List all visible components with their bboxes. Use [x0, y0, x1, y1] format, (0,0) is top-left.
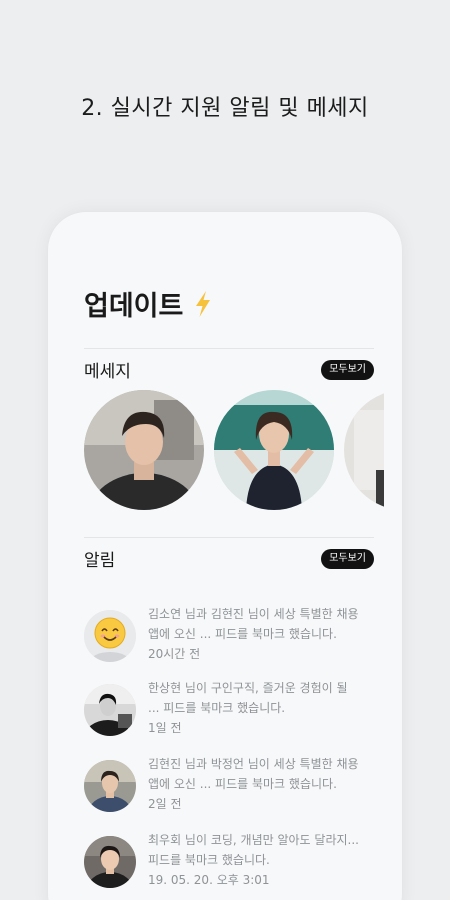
- divider: [84, 537, 374, 538]
- smiley-face-icon: [84, 610, 136, 662]
- notification-time: 2일 전: [148, 797, 182, 811]
- notification-line: 김현진 님과 박정언 님이 세상 특별한 채용: [148, 757, 359, 771]
- notification-text: 김소연 님과 김현진 님이 세상 특별한 채용 앱에 오신 ... 피드를 북마…: [148, 604, 374, 644]
- app-screenshot: 2. 실시간 지원 알림 및 메세지 업데이트 메세지 모두보기 알림 모두보기…: [0, 0, 450, 900]
- notifications-header: 알림 모두보기: [84, 546, 374, 571]
- notification-text: 최우회 님이 코딩, 개념만 알아도 달라지... 피드를 북마크 했습니다.: [148, 830, 374, 870]
- notifications-see-all-button[interactable]: 모두보기: [321, 548, 374, 569]
- notification-item[interactable]: 최우회 님이 코딩, 개념만 알아도 달라지... 피드를 북마크 했습니다. …: [84, 830, 374, 900]
- message-avatar[interactable]: [84, 390, 204, 510]
- notification-line: 피드를 북마크 했습니다.: [148, 853, 270, 867]
- person-photo: [84, 390, 204, 510]
- divider: [84, 348, 374, 349]
- lightning-bolt-icon: [196, 290, 211, 317]
- person-photo: [214, 390, 334, 510]
- person-photo: [344, 390, 384, 510]
- notification-item[interactable]: 김현진 님과 박정언 님이 세상 특별한 채용 앱에 오신 ... 피드를 북마…: [84, 754, 374, 824]
- notification-line: ... 피드를 북마크 했습니다.: [148, 701, 286, 715]
- person-photo: [84, 836, 136, 888]
- notification-time: 19. 05. 20. 오후 3:01: [148, 873, 270, 887]
- page-title-text: 업데이트: [84, 291, 184, 322]
- person-photo: [84, 760, 136, 812]
- notification-item[interactable]: 김소연 님과 김현진 님이 세상 특별한 채용 앱에 오신 ... 피드를 북마…: [84, 604, 374, 674]
- notification-text: 김현진 님과 박정언 님이 세상 특별한 채용 앱에 오신 ... 피드를 북마…: [148, 754, 374, 794]
- phone-screen: 업데이트 메세지 모두보기 알림 모두보기 김소연 님과 김현진 님이 세상 특…: [48, 212, 402, 900]
- messages-see-all-button[interactable]: 모두보기: [321, 359, 374, 380]
- promo-caption: 2. 실시간 지원 알림 및 메세지: [81, 96, 369, 121]
- messages-label: 메세지: [84, 362, 131, 382]
- notification-line: 한상현 님이 구인구직, 즐거운 경험이 될: [148, 681, 348, 695]
- notification-line: 최우회 님이 코딩, 개념만 알아도 달라지...: [148, 833, 359, 847]
- notification-item[interactable]: 한상현 님이 구인구직, 즐거운 경험이 될 ... 피드를 북마크 했습니다.…: [84, 678, 374, 748]
- notification-time: 1일 전: [148, 721, 182, 735]
- notification-time: 20시간 전: [148, 647, 201, 661]
- notification-line: 김소연 님과 김현진 님이 세상 특별한 채용: [148, 607, 359, 621]
- message-avatar[interactable]: [214, 390, 334, 510]
- page-title: 업데이트: [84, 284, 213, 323]
- messages-header: 메세지 모두보기: [84, 357, 374, 382]
- notification-line: 앱에 오신 ... 피드를 북마크 했습니다.: [148, 627, 337, 641]
- person-photo: [84, 684, 136, 736]
- notification-text: 한상현 님이 구인구직, 즐거운 경험이 될 ... 피드를 북마크 했습니다.: [148, 678, 374, 718]
- notification-line: 앱에 오신 ... 피드를 북마크 했습니다.: [148, 777, 337, 791]
- message-avatar[interactable]: [344, 390, 384, 510]
- message-avatar-list: [84, 390, 384, 514]
- notifications-label: 알림: [84, 551, 116, 571]
